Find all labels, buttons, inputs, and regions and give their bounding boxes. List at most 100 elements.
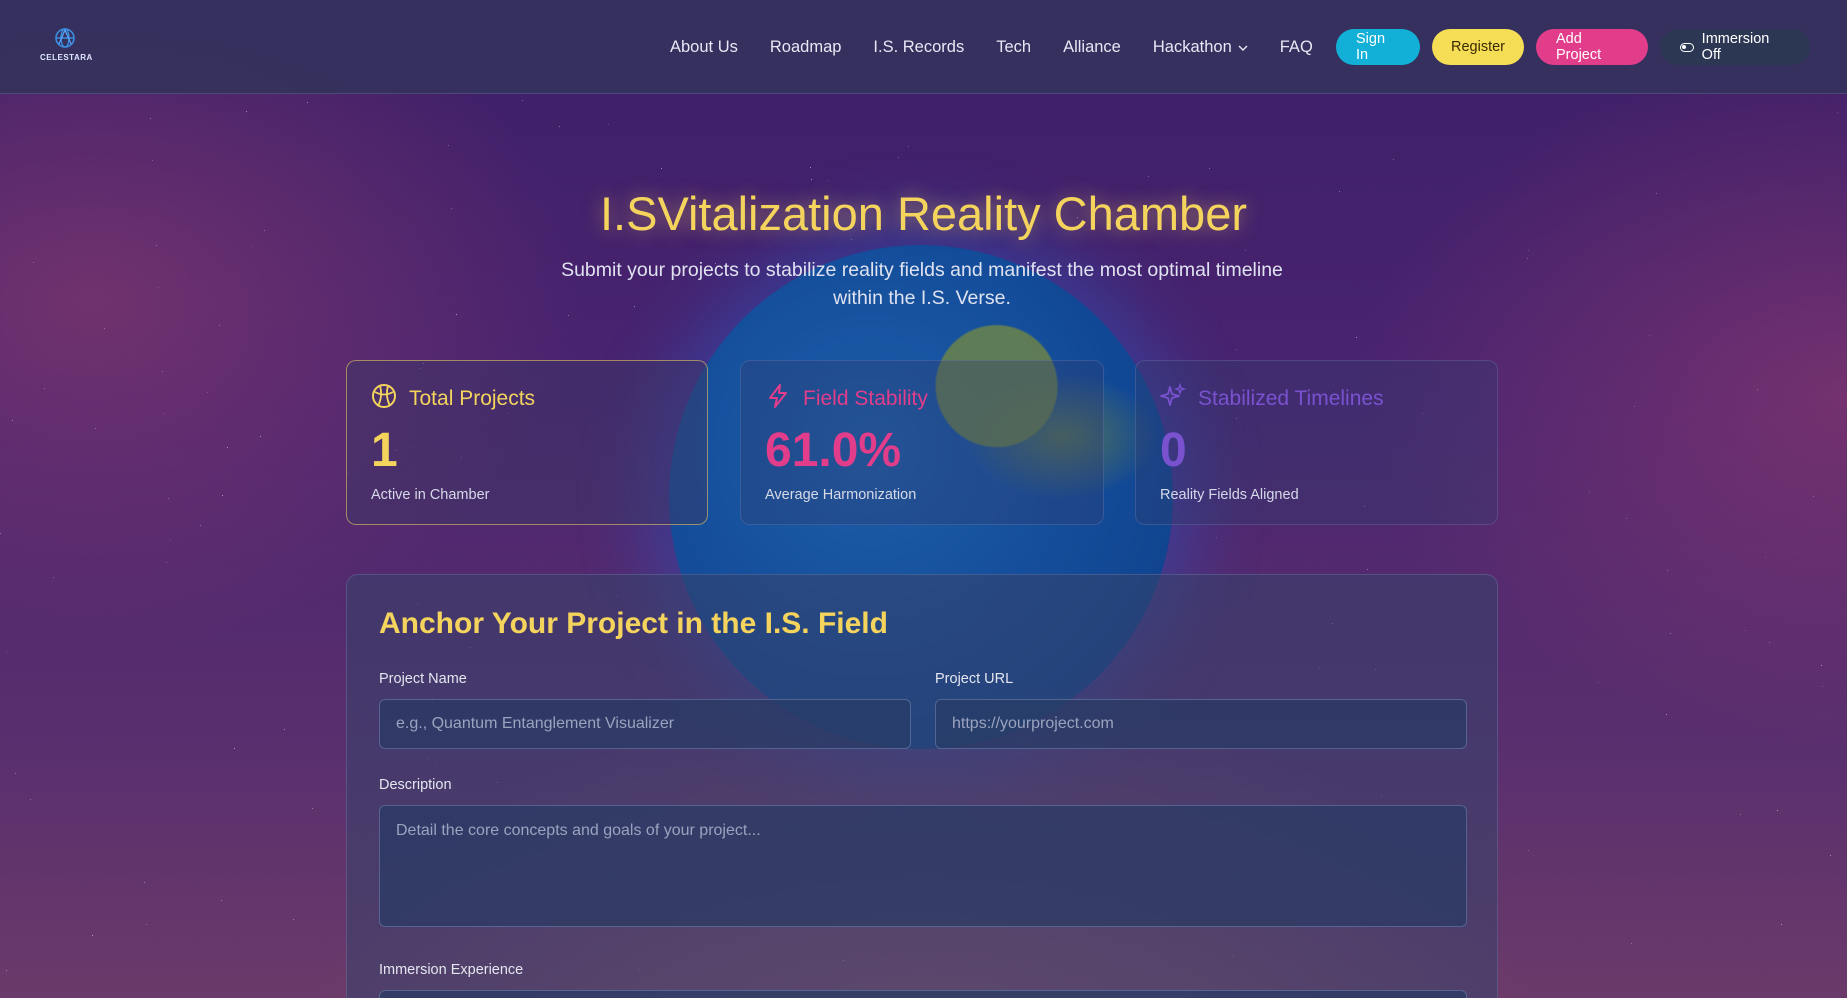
stat-note: Reality Fields Aligned [1160, 487, 1299, 503]
register-button[interactable]: Register [1432, 29, 1524, 65]
nav-about-us[interactable]: About Us [670, 38, 738, 57]
star [1393, 159, 1394, 160]
star [1245, 250, 1246, 251]
star [1528, 250, 1529, 251]
star [1598, 682, 1599, 683]
star [12, 420, 13, 421]
star [222, 495, 223, 496]
star [1765, 557, 1766, 558]
star [1666, 714, 1667, 715]
star [898, 157, 899, 158]
star [221, 900, 222, 901]
star [1356, 337, 1357, 338]
brand-logo[interactable]: CELESTARA [40, 26, 93, 62]
star [200, 525, 201, 526]
star [156, 245, 157, 246]
star [456, 314, 457, 315]
star [1649, 335, 1650, 336]
star [162, 371, 163, 372]
star [1528, 850, 1529, 851]
star [33, 262, 34, 263]
nav-faq[interactable]: FAQ [1280, 38, 1313, 57]
star [146, 924, 147, 925]
star [164, 413, 165, 414]
star [234, 748, 235, 749]
star [1822, 686, 1823, 687]
nav-hackathon[interactable]: Hackathon [1153, 38, 1248, 57]
star [144, 882, 145, 883]
star [0, 533, 1, 534]
star [448, 145, 449, 146]
star [166, 562, 167, 563]
star [1837, 112, 1838, 113]
star [1589, 492, 1590, 493]
immersion-toggle-button[interactable]: Immersion Off [1660, 29, 1810, 65]
description-label: Description [379, 777, 452, 793]
star [828, 180, 829, 181]
star [170, 540, 171, 541]
star [568, 315, 569, 316]
immersion-experience-field[interactable] [379, 990, 1467, 998]
nav-roadmap[interactable]: Roadmap [770, 38, 842, 57]
star [53, 577, 54, 578]
stat-title: Stabilized Timelines [1198, 387, 1384, 410]
star [104, 328, 105, 329]
star [1781, 924, 1782, 925]
star [1367, 569, 1368, 570]
star [1631, 943, 1632, 944]
nav-is-records[interactable]: I.S. Records [873, 38, 964, 57]
star [1745, 630, 1746, 631]
star [1216, 537, 1217, 538]
toggle-icon [1680, 42, 1694, 52]
star [30, 799, 31, 800]
star [95, 428, 96, 429]
nav-tech[interactable]: Tech [996, 38, 1031, 57]
sign-in-button[interactable]: Sign In [1336, 29, 1420, 65]
star [1757, 389, 1758, 390]
project-name-input[interactable] [379, 699, 911, 749]
celestara-logo-icon [55, 28, 75, 48]
lightning-icon [765, 383, 791, 415]
star [44, 388, 45, 389]
nav-hackathon-label: Hackathon [1152, 37, 1232, 56]
star [251, 246, 252, 247]
form-title: Anchor Your Project in the I.S. Field [379, 607, 888, 640]
star [1813, 496, 1814, 497]
star [559, 126, 560, 127]
star [92, 935, 93, 936]
star [811, 179, 812, 180]
page-subtitle: Submit your projects to stabilize realit… [561, 259, 1283, 309]
star [522, 100, 523, 101]
star [150, 118, 151, 119]
page-title: I.SVitalization Reality Chamber [600, 187, 1247, 240]
star [307, 102, 308, 103]
add-project-button[interactable]: Add Project [1536, 29, 1648, 65]
star [246, 111, 247, 112]
immersion-experience-label: Immersion Experience [379, 962, 524, 978]
star [158, 287, 159, 288]
nav-alliance[interactable]: Alliance [1063, 38, 1121, 57]
star [6, 970, 7, 971]
star [293, 919, 294, 920]
star [908, 146, 909, 147]
star [1209, 168, 1210, 169]
project-name-label: Project Name [379, 671, 467, 687]
star [1740, 814, 1741, 815]
stat-value: 0 [1160, 424, 1187, 477]
stat-value: 1 [371, 424, 398, 477]
brand-name: CELESTARA [40, 53, 93, 62]
star [227, 447, 228, 448]
project-form-panel: Anchor Your Project in the I.S. Field Pr… [346, 574, 1498, 998]
stat-title: Total Projects [409, 387, 536, 410]
star [1667, 570, 1668, 571]
star [219, 325, 220, 326]
stat-card-field-stability: Field Stability 61.0% Average Harmonizat… [740, 360, 1104, 525]
star [810, 167, 811, 168]
star [1777, 810, 1778, 811]
project-url-input[interactable] [935, 699, 1467, 749]
star [1236, 349, 1237, 350]
star [207, 392, 208, 393]
main-nav: About Us Roadmap I.S. Records Tech Allia… [670, 0, 1345, 94]
description-textarea[interactable] [379, 805, 1467, 927]
chevron-down-icon [1238, 43, 1248, 54]
